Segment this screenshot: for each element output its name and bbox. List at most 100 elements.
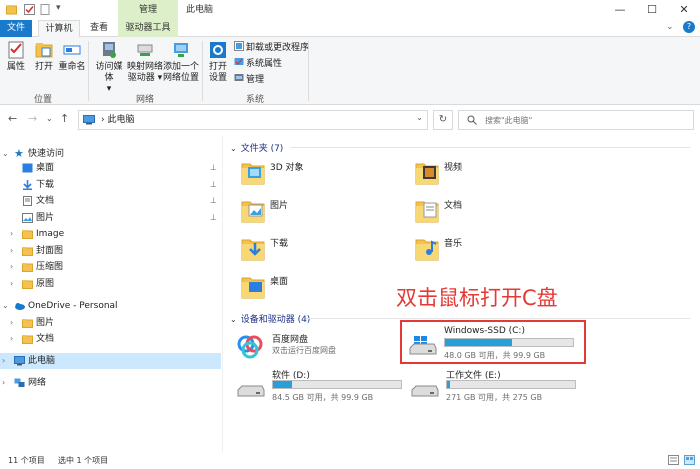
open-settings-label-1: 打开: [208, 62, 227, 72]
address-bar[interactable]: › 此电脑 ⌄: [78, 110, 428, 130]
chevron-down-icon[interactable]: ⌄: [2, 146, 9, 162]
chevron-right-icon[interactable]: ›: [10, 243, 13, 259]
devices-section-title: 设备和驱动器 (4): [240, 315, 311, 325]
nav-network-label: 网络: [28, 378, 47, 388]
details-view-icon[interactable]: [668, 455, 679, 465]
address-path: › 此电脑: [101, 115, 135, 125]
manage-button[interactable]: 管理: [234, 73, 264, 86]
open-label: 打开: [34, 62, 53, 72]
baidu-netdisk-item[interactable]: 百度网盘 双击运行百度网盘: [236, 332, 416, 372]
nav-item-quick-5[interactable]: 封面图 ›: [10, 243, 218, 259]
search-input[interactable]: [485, 113, 685, 127]
nav-this-pc-label: 此电脑: [28, 356, 56, 366]
chevron-right-icon[interactable]: ›: [2, 353, 5, 369]
baidu-netdisk-subtitle: 双击运行百度网盘: [272, 346, 336, 355]
maximize-button[interactable]: ☐: [636, 0, 668, 20]
folder-label: 文档: [444, 201, 463, 211]
nav-item-quick-0[interactable]: 桌面: [22, 160, 218, 176]
folders-section-header[interactable]: ⌄ 文件夹 (7): [230, 141, 283, 154]
nav-item-quick-3[interactable]: 图片: [22, 210, 218, 226]
chevron-right-icon[interactable]: ›: [10, 331, 13, 347]
chevron-down-icon[interactable]: ⌄: [230, 315, 237, 324]
folder-item-3[interactable]: 文档: [414, 196, 584, 230]
back-arrow-icon[interactable]: ←: [8, 112, 17, 125]
chevron-down-icon[interactable]: ⌄: [230, 144, 237, 153]
pin-icon[interactable]: ⊥: [210, 163, 217, 172]
chevron-right-icon[interactable]: ›: [10, 226, 13, 242]
nav-item-quick-1[interactable]: 下载: [22, 177, 218, 193]
drive-item-1[interactable]: 软件 (D:) 84.5 GB 可用，共 99.9 GB: [236, 368, 416, 408]
folder-icon: [22, 279, 33, 289]
nav-network[interactable]: › 网络: [2, 375, 221, 391]
folder-item-5[interactable]: 音乐: [414, 234, 584, 268]
ribbon: 属性 打开 重命名 位置 访问媒体 ▾ 映射网络 驱动器 ▾ 添加一个 网络位置…: [0, 37, 700, 105]
recent-chevron-icon[interactable]: ⌄: [46, 114, 53, 123]
nav-onedrive-pictures[interactable]: › 图片: [10, 315, 221, 331]
nav-item-quick-7[interactable]: 原图 ›: [10, 276, 218, 292]
group-label-system: 系统: [246, 95, 265, 105]
nav-item-quick-2[interactable]: 文档: [22, 193, 218, 209]
refresh-button[interactable]: ↻: [433, 110, 453, 130]
drive-usage-fill: [447, 381, 450, 388]
nav-onedrive-documents[interactable]: › 文档: [10, 331, 221, 347]
chevron-right-icon[interactable]: ›: [10, 315, 13, 331]
drive-free-space: 271 GB 可用，共 275 GB: [446, 393, 543, 402]
folder-item-6[interactable]: 桌面: [240, 272, 410, 306]
help-icon[interactable]: ?: [683, 21, 695, 33]
status-bar: 11 个项目 选中 1 个项目: [0, 452, 700, 469]
nav-this-pc[interactable]: › 此电脑: [0, 353, 221, 369]
system-properties-button[interactable]: 系统属性: [234, 57, 282, 70]
title-bar: ▾ 管理 此电脑 — ☐ ✕: [0, 0, 700, 20]
folder-item-0[interactable]: 3D 对象: [240, 158, 410, 192]
new-folder-icon[interactable]: [40, 4, 51, 15]
folder-label: 视频: [444, 163, 463, 173]
nav-item-label: 下载: [36, 179, 55, 190]
map-network-drive-button[interactable]: 映射网络 驱动器 ▾: [127, 40, 163, 84]
download-icon: [23, 179, 32, 190]
chevron-down-icon[interactable]: ⌄: [666, 22, 674, 32]
forward-arrow-icon[interactable]: →: [28, 112, 37, 125]
tiles-view-icon[interactable]: [684, 455, 695, 465]
chevron-down-icon[interactable]: ⌄: [416, 113, 423, 122]
minimize-button[interactable]: —: [604, 0, 636, 20]
chevron-down-icon[interactable]: ⌄: [2, 298, 9, 314]
open-button[interactable]: 打开: [32, 40, 56, 73]
tab-file[interactable]: 文件: [0, 20, 32, 37]
properties-button[interactable]: 属性: [4, 40, 28, 73]
document-icon: [23, 196, 32, 206]
up-arrow-icon[interactable]: ↑: [60, 112, 69, 125]
access-media-button[interactable]: 访问媒体 ▾: [92, 40, 126, 95]
tab-computer[interactable]: 计算机: [38, 20, 80, 38]
properties-check-icon[interactable]: [24, 4, 35, 15]
nav-item-quick-4[interactable]: Image ›: [10, 226, 218, 242]
open-settings-button[interactable]: 打开 设置: [206, 40, 230, 84]
nav-item-quick-6[interactable]: 压缩图 ›: [10, 259, 218, 275]
search-box[interactable]: [458, 110, 694, 130]
chevron-right-icon[interactable]: ›: [10, 259, 13, 275]
properties-icon: [8, 41, 24, 59]
drive-item-2[interactable]: 工作文件 (E:) 271 GB 可用，共 275 GB: [410, 368, 590, 408]
manage-label: 管理: [246, 75, 265, 85]
pin-icon[interactable]: ⊥: [210, 213, 217, 222]
folder-item-4[interactable]: 下载: [240, 234, 410, 268]
uninstall-program-button[interactable]: 卸载或更改程序: [234, 41, 309, 54]
folder-icon: [6, 5, 17, 15]
chevron-right-icon[interactable]: ›: [2, 375, 5, 391]
properties-label: 属性: [6, 62, 25, 72]
close-button[interactable]: ✕: [668, 0, 700, 20]
devices-section-header[interactable]: ⌄ 设备和驱动器 (4): [230, 312, 310, 325]
pin-icon[interactable]: ⊥: [210, 180, 217, 189]
tab-view[interactable]: 查看: [84, 20, 114, 37]
add-network-location-button[interactable]: 添加一个 网络位置: [163, 40, 199, 84]
pin-icon[interactable]: ⊥: [210, 196, 217, 205]
nav-onedrive[interactable]: ⌄ OneDrive - Personal: [2, 298, 221, 314]
folder-label: 桌面: [270, 277, 289, 287]
folder-open-icon: [35, 43, 53, 58]
folder-item-2[interactable]: 图片: [240, 196, 410, 230]
folder-item-1[interactable]: 视频: [414, 158, 584, 192]
rename-button[interactable]: 重命名: [58, 40, 86, 73]
chevron-down-icon[interactable]: ▾: [56, 3, 61, 13]
chevron-right-icon[interactable]: ›: [10, 276, 13, 292]
manage-context-tab[interactable]: 管理: [118, 0, 178, 20]
computer-icon: [14, 356, 25, 366]
